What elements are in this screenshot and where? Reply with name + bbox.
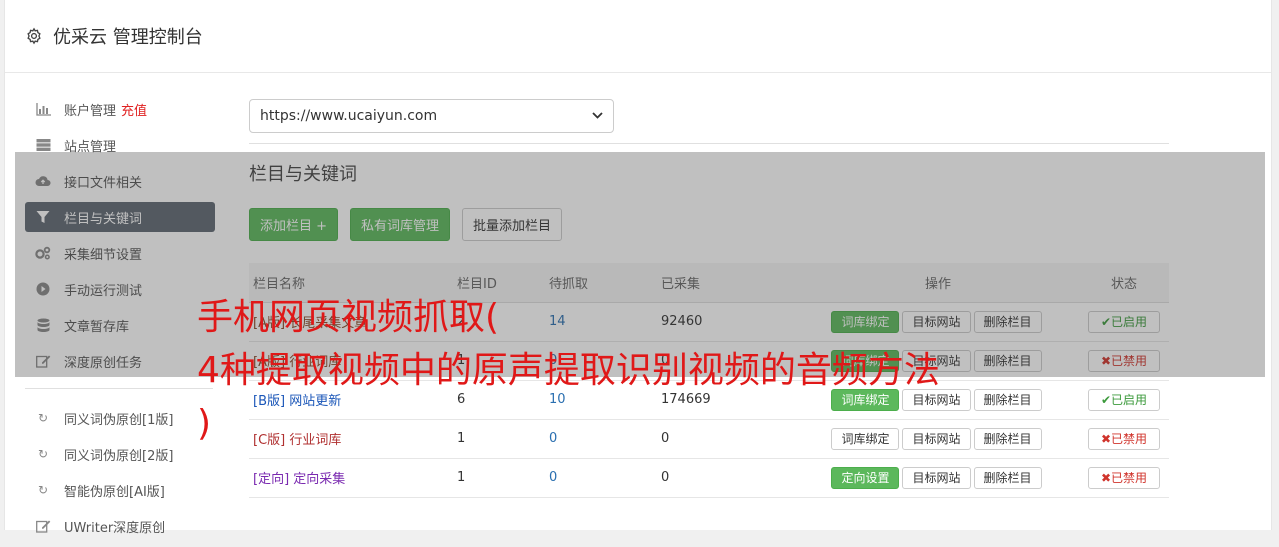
target-site-button[interactable]: 目标网站 xyxy=(902,466,971,489)
status-toggle[interactable]: ✖已禁用 xyxy=(1088,466,1160,489)
pending-count[interactable]: 0 xyxy=(549,470,557,485)
sidebar-item-label: 账户管理 xyxy=(64,103,117,119)
column-id: 1 xyxy=(457,470,466,485)
chevron-down-icon xyxy=(592,111,603,122)
sidebar-item-uwriter[interactable]: UWriter深度原创 xyxy=(25,511,215,541)
collected-count: 0 xyxy=(661,470,670,485)
overlay-article-title: 手机网页视频抓取( 4种提取视频中的原声提取识别视频的音频方法 ) xyxy=(197,291,1257,450)
column-name-link[interactable]: 定向采集 xyxy=(293,472,345,487)
refresh-icon: ↻ xyxy=(37,483,49,497)
app-title: 优采云 管理控制台 xyxy=(53,27,203,48)
sidebar-item-account[interactable]: 账户管理 充值 xyxy=(25,94,215,124)
overlay-title-line: 4种提取视频中的原声提取识别视频的音频方法 xyxy=(197,350,940,391)
recharge-link[interactable]: 充值 xyxy=(121,100,147,119)
refresh-icon: ↻ xyxy=(37,411,49,425)
version-tag: [定向] xyxy=(253,472,290,487)
sidebar-item-synonym-v1[interactable]: ↻ 同义词伪原创[1版] xyxy=(25,403,215,433)
overlay-title-line: ) xyxy=(197,403,212,444)
refresh-icon: ↻ xyxy=(37,447,49,461)
bar-chart-icon xyxy=(35,101,51,117)
sidebar-item-label: 智能伪原创[AI版] xyxy=(64,484,165,500)
sidebar-item-label: 同义词伪原创[1版] xyxy=(64,412,174,428)
sidebar-item-label: UWriter深度原创 xyxy=(64,520,166,536)
edit-icon xyxy=(35,518,51,534)
overlay-title-line: 手机网页视频抓取( xyxy=(197,297,500,338)
directed-settings-button[interactable]: 定向设置 xyxy=(831,466,900,489)
sidebar-item-label: 同义词伪原创[2版] xyxy=(64,448,174,464)
site-select[interactable]: https://www.ucaiyun.com xyxy=(249,99,614,133)
sidebar-item-ai-rewrite[interactable]: ↻ 智能伪原创[AI版] xyxy=(25,475,215,505)
server-icon xyxy=(35,137,51,153)
gear-icon xyxy=(27,27,41,45)
site-select-value: https://www.ucaiyun.com xyxy=(260,108,438,124)
app-header: 优采云 管理控制台 xyxy=(5,0,1271,73)
delete-column-button[interactable]: 删除栏目 xyxy=(973,466,1042,489)
sidebar-item-synonym-v2[interactable]: ↻ 同义词伪原创[2版] xyxy=(25,439,215,469)
table-row: [定向] 定向采集 1 0 0 定向设置 目标网站 删除栏目 ✖已禁用 xyxy=(249,458,1169,498)
sidebar-divider xyxy=(25,388,213,389)
divider xyxy=(249,143,1169,144)
